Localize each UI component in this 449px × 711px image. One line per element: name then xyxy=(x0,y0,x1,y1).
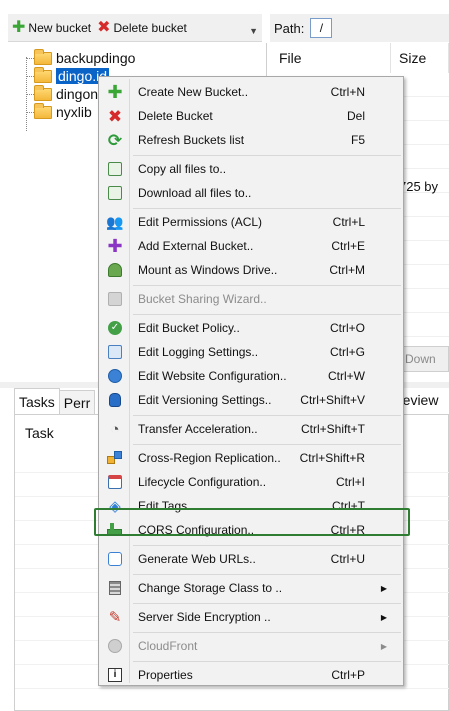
web-url-icon xyxy=(105,549,125,569)
menu-separator xyxy=(133,574,401,575)
file-size-value: 725 by xyxy=(399,179,439,194)
tree-item-nyxlib[interactable]: nyxlib xyxy=(26,102,92,121)
submenu-arrow-icon: ▶ xyxy=(380,583,387,593)
copy-icon xyxy=(105,159,125,179)
menu-separator xyxy=(133,661,401,662)
tree-item-label: backupdingo xyxy=(56,50,136,66)
menu-separator xyxy=(133,444,401,445)
delete-x-icon: ✖ xyxy=(107,106,123,126)
tree-item-dingon[interactable]: dingon xyxy=(26,84,99,103)
menu-item-mount-windows-drive[interactable]: Mount as Windows Drive.. Ctrl+M xyxy=(101,258,401,282)
tab-permissions[interactable]: Perr xyxy=(58,390,96,414)
download-button[interactable]: Down xyxy=(398,346,449,372)
folder-icon xyxy=(34,48,52,65)
submenu-arrow-icon: ▶ xyxy=(380,612,387,622)
menu-item-edit-permissions[interactable]: 👥 Edit Permissions (ACL) Ctrl+L xyxy=(101,210,401,234)
menu-item-refresh-buckets[interactable]: ⟳ Refresh Buckets list F5 xyxy=(101,128,401,152)
task-column-header[interactable]: Task xyxy=(25,425,54,441)
menu-separator xyxy=(133,285,401,286)
menu-item-edit-versioning-settings[interactable]: Edit Versioning Settings.. Ctrl+Shift+V xyxy=(101,388,401,412)
menu-item-bucket-sharing-wizard[interactable]: Bucket Sharing Wizard.. xyxy=(101,287,401,311)
share-icon xyxy=(105,289,125,309)
tree-item-label: nyxlib xyxy=(56,104,92,120)
menu-separator xyxy=(133,632,401,633)
menu-item-server-side-encryption[interactable]: ✎ Server Side Encryption .. ▶ xyxy=(101,605,401,629)
plus-icon: ✚ xyxy=(12,18,26,36)
menu-item-lifecycle-configuration[interactable]: Lifecycle Configuration.. Ctrl+I xyxy=(101,470,401,494)
bucket-context-menu: ✚ Create New Bucket.. Ctrl+N ✖ Delete Bu… xyxy=(98,76,404,686)
folder-icon xyxy=(34,66,52,83)
menu-item-copy-all-files[interactable]: Copy all files to.. xyxy=(101,157,401,181)
plus-icon: ✚ xyxy=(107,82,123,102)
menu-item-add-external-bucket[interactable]: ✚ Add External Bucket.. Ctrl+E xyxy=(101,234,401,258)
acceleration-icon: ◔ xyxy=(110,420,120,438)
menu-item-create-new-bucket[interactable]: ✚ Create New Bucket.. Ctrl+N xyxy=(101,80,401,104)
bucket-toolbar: ✚ New bucket ✖ Delete bucket ▼ xyxy=(8,14,262,42)
menu-item-cloudfront[interactable]: CloudFront ▶ xyxy=(101,634,401,658)
menu-item-cross-region-replication[interactable]: Cross-Region Replication.. Ctrl+Shift+R xyxy=(101,446,401,470)
tab-tasks[interactable]: Tasks xyxy=(14,388,60,414)
menu-item-change-storage-class[interactable]: Change Storage Class to .. ▶ xyxy=(101,576,401,600)
toolbar-overflow-icon[interactable]: ▼ xyxy=(249,26,258,36)
users-icon: 👥 xyxy=(106,214,124,230)
menu-separator xyxy=(133,208,401,209)
menu-item-download-all-files[interactable]: Download all files to.. xyxy=(101,181,401,205)
calendar-icon xyxy=(105,472,125,492)
folder-icon xyxy=(34,84,52,101)
globe-icon xyxy=(105,366,125,386)
policy-check-icon: ✓ xyxy=(105,318,125,338)
menu-item-transfer-acceleration[interactable]: ◔ Transfer Acceleration.. Ctrl+Shift+T xyxy=(101,417,401,441)
delete-x-icon: ✖ xyxy=(97,18,111,36)
new-bucket-button[interactable]: ✚ New bucket xyxy=(12,18,92,36)
cloudfront-icon xyxy=(105,636,125,656)
path-input[interactable]: / xyxy=(310,18,333,38)
encryption-icon: ✎ xyxy=(108,608,122,626)
tree-item-backupdingo[interactable]: backupdingo xyxy=(26,48,136,67)
delete-bucket-button[interactable]: ✖ Delete bucket xyxy=(97,18,187,36)
storage-icon xyxy=(105,578,125,598)
download-icon xyxy=(105,183,125,203)
folder-icon xyxy=(34,102,52,119)
refresh-icon: ⟳ xyxy=(107,130,123,150)
menu-separator xyxy=(133,155,401,156)
column-header-size[interactable]: Size xyxy=(391,43,449,73)
path-value: / xyxy=(319,21,324,35)
tree-item-label: dingon xyxy=(56,86,99,102)
menu-item-edit-logging-settings[interactable]: Edit Logging Settings.. Ctrl+G xyxy=(101,340,401,364)
cors-highlight-box xyxy=(94,508,410,536)
info-icon: i xyxy=(105,665,125,685)
menu-separator xyxy=(133,545,401,546)
new-bucket-label: New bucket xyxy=(28,20,92,35)
replication-icon xyxy=(105,448,125,468)
column-header-file[interactable]: File xyxy=(271,43,391,73)
delete-bucket-label: Delete bucket xyxy=(113,20,187,35)
tab-preview[interactable]: review xyxy=(398,392,438,408)
logging-icon xyxy=(105,342,125,362)
menu-item-generate-web-urls[interactable]: Generate Web URLs.. Ctrl+U xyxy=(101,547,401,571)
menu-separator xyxy=(133,314,401,315)
menu-item-properties[interactable]: i Properties Ctrl+P xyxy=(101,663,401,687)
path-bar: Path: / xyxy=(270,14,449,42)
bottom-tabs: Tasks Perr xyxy=(14,388,96,414)
purple-plus-icon: ✚ xyxy=(107,236,123,256)
menu-separator xyxy=(133,603,401,604)
drive-icon xyxy=(105,260,125,280)
menu-separator xyxy=(133,415,401,416)
menu-item-delete-bucket[interactable]: ✖ Delete Bucket Del xyxy=(101,104,401,128)
path-label: Path: xyxy=(274,20,305,36)
menu-item-edit-website-configuration[interactable]: Edit Website Configuration.. Ctrl+W xyxy=(101,364,401,388)
menu-item-edit-bucket-policy[interactable]: ✓ Edit Bucket Policy.. Ctrl+O xyxy=(101,316,401,340)
submenu-arrow-icon: ▶ xyxy=(380,641,387,651)
versioning-icon xyxy=(105,390,125,410)
